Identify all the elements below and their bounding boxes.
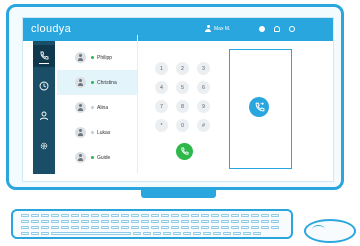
keypad-key[interactable]: 2	[176, 62, 189, 75]
contact-name: Alina	[97, 104, 109, 111]
keypad-key[interactable]: 0	[176, 119, 189, 132]
status-indicator	[91, 56, 94, 59]
call-button[interactable]	[176, 143, 193, 160]
keypad-key[interactable]: 5	[176, 81, 189, 94]
keypad-key[interactable]: *	[155, 119, 168, 132]
contact-name: Lukas	[97, 129, 111, 136]
avatar	[75, 77, 86, 88]
app-logo: cloudya	[31, 23, 72, 35]
active-indicator	[39, 63, 49, 64]
keyboard	[11, 209, 293, 239]
contact-row[interactable]: Alina	[57, 95, 137, 120]
avatar	[75, 152, 86, 163]
keypad-key[interactable]: 9	[197, 100, 210, 113]
user-name: Max M.	[214, 25, 231, 32]
contact-row[interactable]: Guide	[57, 145, 137, 170]
clock-icon	[39, 81, 49, 91]
keypad-key[interactable]: 3	[197, 62, 210, 75]
keyboard-row	[21, 220, 279, 223]
keypad-key[interactable]: 7	[155, 100, 168, 113]
sidebar-item-history[interactable]	[33, 75, 55, 97]
phone-call-icon	[181, 147, 189, 155]
contact-name: Christina	[97, 79, 117, 86]
keypad-key[interactable]: 1	[155, 62, 168, 75]
status-indicator	[91, 131, 94, 134]
keypad-key[interactable]: 4	[155, 81, 168, 94]
column-divider	[137, 35, 138, 173]
keyboard-row	[21, 226, 279, 229]
gear-icon	[40, 142, 48, 150]
person-icon	[40, 111, 48, 121]
sidebar-item-settings[interactable]	[33, 135, 55, 157]
phone-icon	[40, 51, 49, 60]
status-indicator	[91, 156, 94, 159]
status-indicator	[91, 106, 94, 109]
user-menu[interactable]: Max M.	[205, 25, 230, 32]
settings-icon[interactable]	[289, 26, 295, 32]
avatar	[75, 52, 86, 63]
user-icon	[205, 25, 211, 32]
sidebar	[33, 41, 55, 174]
contact-row[interactable]: Christina	[57, 70, 137, 95]
phone-forward-icon	[255, 101, 264, 111]
sidebar-item-phone[interactable]	[33, 45, 55, 67]
status-dot-icon[interactable]	[259, 26, 265, 32]
avatar	[75, 127, 86, 138]
top-bar: cloudya Max M.	[23, 18, 333, 41]
mouse	[304, 219, 356, 243]
keyboard-row	[21, 232, 261, 235]
contact-name: Guide	[97, 154, 111, 161]
transfer-button[interactable]	[249, 97, 269, 117]
avatar	[75, 102, 86, 113]
keypad-key[interactable]: 6	[197, 81, 210, 94]
keyboard-row	[21, 214, 279, 217]
contact-row[interactable]: Lukas	[57, 120, 137, 145]
monitor-stand	[141, 190, 216, 198]
sidebar-item-contacts[interactable]	[33, 105, 55, 127]
status-indicator	[91, 81, 94, 84]
keypad-key[interactable]: 8	[176, 100, 189, 113]
bell-icon[interactable]	[274, 26, 280, 32]
contact-name: Philipp	[97, 54, 113, 61]
contact-row[interactable]: Philipp	[57, 45, 137, 70]
keypad-key[interactable]: #	[197, 119, 210, 132]
